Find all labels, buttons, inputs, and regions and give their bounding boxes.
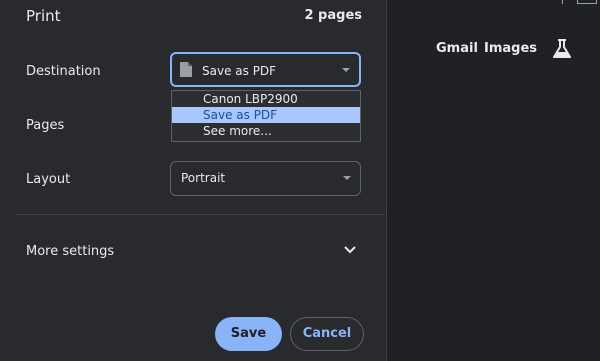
save-button[interactable]: Save <box>215 317 282 351</box>
destination-select[interactable]: Save as PDF <box>170 52 361 87</box>
layout-value: Portrait <box>181 171 226 185</box>
chevron-down-icon <box>343 176 351 180</box>
images-link: Images <box>484 41 538 56</box>
preview-edge-line <box>562 0 563 4</box>
chevron-down-icon[interactable] <box>343 245 357 255</box>
print-title: Print <box>26 7 61 25</box>
layout-label: Layout <box>26 172 71 187</box>
preview-edge-box <box>577 0 597 4</box>
destination-dropdown: Canon LBP2900 Save as PDF See more... <box>171 90 361 142</box>
chevron-down-icon <box>342 68 350 72</box>
dropdown-option-save-pdf[interactable]: Save as PDF <box>172 107 360 123</box>
document-icon <box>180 62 192 77</box>
destination-value: Save as PDF <box>202 64 277 78</box>
destination-label: Destination <box>26 64 101 79</box>
more-settings-label[interactable]: More settings <box>26 244 114 259</box>
dropdown-option-canon[interactable]: Canon LBP2900 <box>172 91 360 107</box>
page-count: 2 pages <box>304 8 362 23</box>
pages-label: Pages <box>26 118 65 133</box>
cancel-button[interactable]: Cancel <box>290 317 364 351</box>
labs-flask-icon <box>553 39 571 58</box>
layout-select[interactable]: Portrait <box>170 161 361 196</box>
gmail-link: Gmail <box>436 41 478 56</box>
divider <box>16 214 385 215</box>
dropdown-option-see-more[interactable]: See more... <box>172 123 360 139</box>
print-settings-panel: Print 2 pages Destination Save as PDF Ca… <box>0 0 386 361</box>
